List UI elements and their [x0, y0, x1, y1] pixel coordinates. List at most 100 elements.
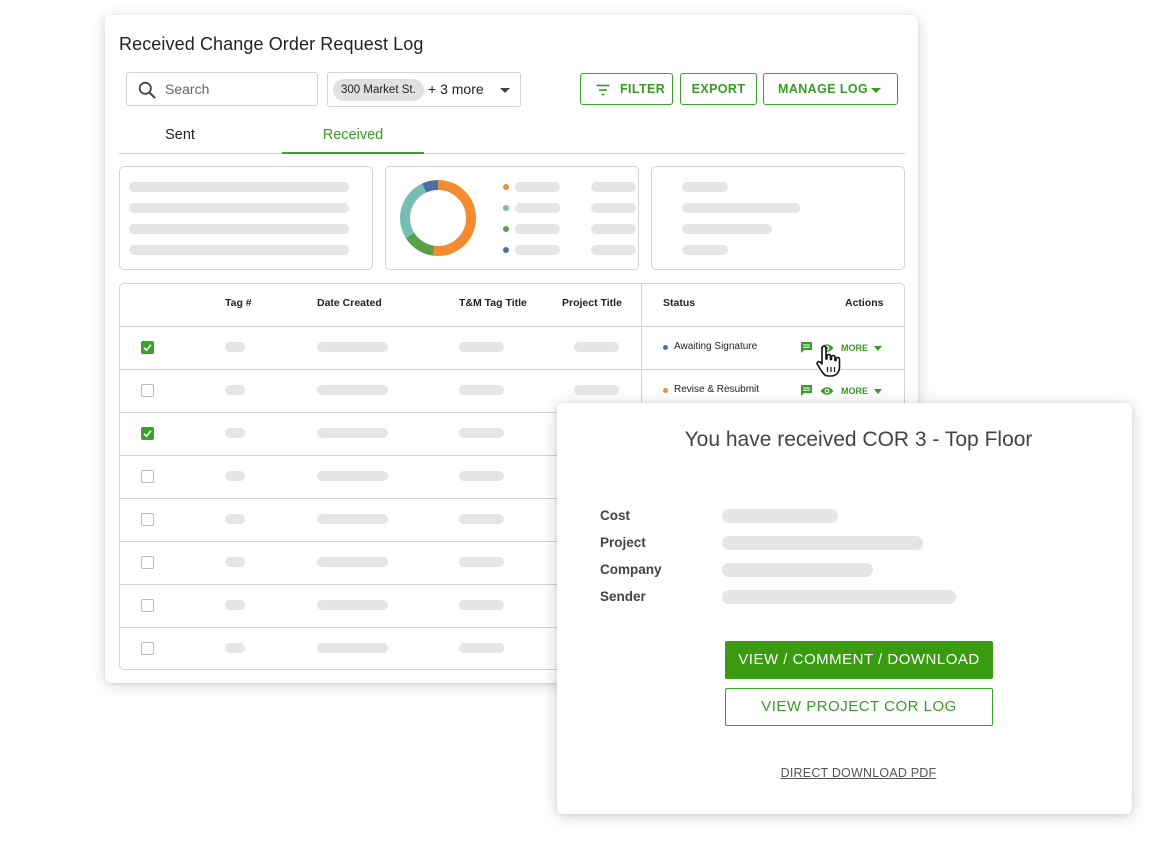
- project-filter-select[interactable]: 300 Market St. + 3 more: [327, 72, 521, 107]
- project-chip[interactable]: 300 Market St.: [333, 79, 424, 101]
- col-header-tag[interactable]: Tag #: [225, 297, 252, 309]
- row-checkbox[interactable]: [141, 642, 154, 655]
- table-row[interactable]: Awaiting Signature MORE: [120, 326, 904, 370]
- search-input[interactable]: [165, 78, 310, 100]
- search-icon: [138, 81, 156, 99]
- placeholder-bar: [317, 471, 388, 481]
- legend-dot: [503, 205, 509, 211]
- hand-cursor-icon: [816, 345, 841, 377]
- summary-card-chart: [385, 166, 639, 270]
- active-tab-indicator: [282, 152, 424, 154]
- col-header-status[interactable]: Status: [663, 297, 695, 309]
- placeholder-bar: [129, 182, 349, 192]
- status-dot: [663, 345, 668, 350]
- placeholder-bar: [591, 245, 636, 255]
- field-label-company: Company: [600, 562, 662, 577]
- more-actions-button[interactable]: MORE: [841, 386, 868, 396]
- page-title: Received Change Order Request Log: [119, 34, 424, 54]
- col-header-tm-tag-title[interactable]: T&M Tag Title: [459, 297, 527, 309]
- direct-download-pdf-link[interactable]: DIRECT DOWNLOAD PDF: [557, 766, 1160, 780]
- manage-log-button[interactable]: MANAGE LOG: [763, 73, 898, 105]
- search-box[interactable]: [126, 72, 318, 106]
- placeholder-bar: [225, 428, 245, 438]
- placeholder-bar: [459, 514, 504, 524]
- row-checkbox[interactable]: [141, 556, 154, 569]
- field-label-project: Project: [600, 535, 646, 550]
- placeholder-bar: [225, 514, 245, 524]
- filter-button[interactable]: FILTER: [580, 73, 673, 105]
- placeholder-bar: [722, 563, 873, 577]
- more-projects-count: + 3 more: [428, 81, 484, 97]
- placeholder-bar: [317, 514, 388, 524]
- row-checkbox[interactable]: [141, 513, 154, 526]
- row-checkbox[interactable]: [141, 341, 154, 354]
- placeholder-bar: [317, 342, 388, 352]
- placeholder-bar: [317, 385, 388, 395]
- placeholder-bar: [317, 600, 388, 610]
- placeholder-bar: [574, 342, 619, 352]
- col-header-actions: Actions: [845, 297, 884, 309]
- placeholder-bar: [459, 557, 504, 567]
- summary-card-text: [119, 166, 373, 270]
- manage-log-label: MANAGE LOG: [778, 82, 869, 96]
- filter-button-label: FILTER: [620, 82, 666, 96]
- cor-received-popup: You have received COR 3 - Top Floor Cost…: [557, 403, 1132, 814]
- placeholder-bar: [682, 245, 728, 255]
- placeholder-bar: [515, 182, 560, 192]
- status-donut-chart: [400, 180, 476, 256]
- tabs-divider: [119, 153, 905, 154]
- row-checkbox[interactable]: [141, 470, 154, 483]
- placeholder-bar: [515, 224, 560, 234]
- placeholder-bar: [591, 224, 636, 234]
- export-button-label: EXPORT: [691, 82, 746, 96]
- placeholder-bar: [225, 600, 245, 610]
- comment-icon[interactable]: [800, 341, 813, 354]
- status-dot: [663, 388, 668, 393]
- summary-card-list: [651, 166, 905, 270]
- eye-icon[interactable]: [820, 386, 834, 396]
- placeholder-bar: [225, 557, 245, 567]
- placeholder-bar: [129, 203, 349, 213]
- col-header-project-title[interactable]: Project Title: [562, 297, 622, 309]
- placeholder-bar: [459, 428, 504, 438]
- placeholder-bar: [591, 182, 636, 192]
- placeholder-bar: [574, 385, 619, 395]
- placeholder-bar: [459, 600, 504, 610]
- col-header-date-created[interactable]: Date Created: [317, 297, 382, 309]
- row-checkbox[interactable]: [141, 384, 154, 397]
- legend-dot: [503, 226, 509, 232]
- placeholder-bar: [722, 536, 923, 550]
- filter-icon: [596, 84, 610, 96]
- legend-dot: [503, 184, 509, 190]
- placeholder-bar: [515, 245, 560, 255]
- tab-received[interactable]: Received: [282, 127, 424, 143]
- popup-title: You have received COR 3 - Top Floor: [684, 428, 1033, 451]
- row-checkbox[interactable]: [141, 427, 154, 440]
- placeholder-bar: [459, 643, 504, 653]
- view-project-cor-log-button[interactable]: VIEW PROJECT COR LOG: [725, 688, 993, 726]
- placeholder-bar: [225, 471, 245, 481]
- placeholder-bar: [682, 203, 800, 213]
- placeholder-bar: [317, 557, 388, 567]
- placeholder-bar: [129, 224, 349, 234]
- placeholder-bar: [317, 643, 388, 653]
- row-checkbox[interactable]: [141, 599, 154, 612]
- status-label: Revise & Resubmit: [674, 384, 760, 395]
- tab-sent[interactable]: Sent: [109, 127, 251, 143]
- status-label: Awaiting Signature: [674, 341, 758, 352]
- field-label-cost: Cost: [600, 508, 630, 523]
- field-label-sender: Sender: [600, 589, 646, 604]
- placeholder-bar: [459, 471, 504, 481]
- comment-icon[interactable]: [800, 384, 813, 397]
- placeholder-bar: [225, 385, 245, 395]
- chevron-down-icon: [874, 346, 882, 351]
- export-button[interactable]: EXPORT: [680, 73, 757, 105]
- chevron-down-icon: [874, 389, 882, 394]
- placeholder-bar: [317, 428, 388, 438]
- placeholder-bar: [682, 224, 772, 234]
- chevron-down-icon: [500, 88, 510, 93]
- placeholder-bar: [722, 590, 956, 604]
- placeholder-bar: [225, 643, 245, 653]
- view-comment-download-button[interactable]: VIEW / COMMENT / DOWNLOAD: [725, 641, 993, 679]
- placeholder-bar: [515, 203, 560, 213]
